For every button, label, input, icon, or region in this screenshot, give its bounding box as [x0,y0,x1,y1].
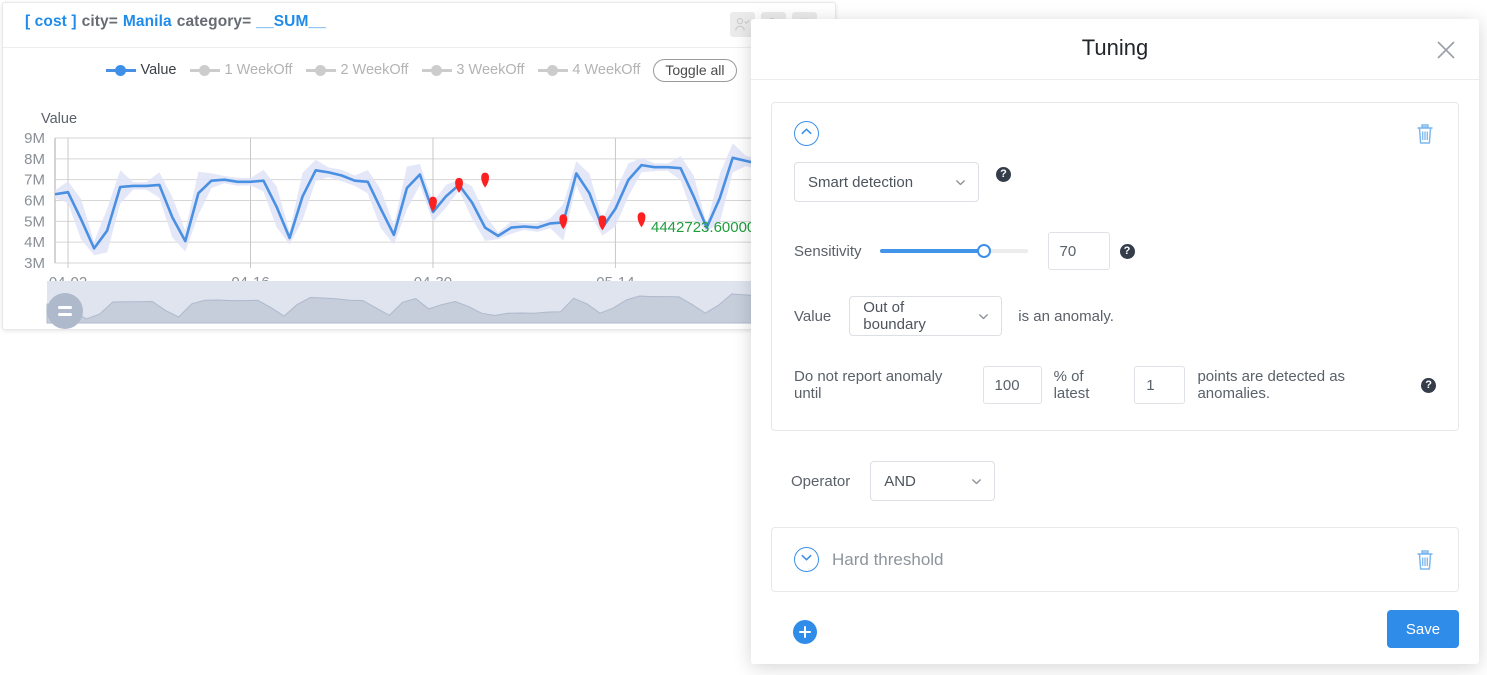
smart-detection-rule-card: Smart detection ? Sensitivity 70 ? Value… [771,102,1459,431]
detection-type-help-icon[interactable]: ? [996,166,1011,182]
chart-title: [ cost ] city= Manila category= __SUM__ [25,13,326,31]
chart-card-header: [ cost ] city= Manila category= __SUM__ [3,3,835,48]
sensitivity-slider[interactable] [879,242,1028,260]
legend-marker-icon [306,64,337,76]
legend-label: 4 WeekOff [572,62,641,78]
chevron-up-circle-icon [800,125,813,143]
boundary-select[interactable]: Out of boundary [849,296,1003,336]
trash-icon [1414,123,1436,150]
legend-marker-icon [422,64,453,76]
legend-label: Value [140,62,177,78]
rule-card-toolbar [794,121,1436,146]
hard-threshold-label: Hard threshold [832,549,944,569]
svg-text:6M: 6M [24,193,45,210]
chart-plot-area: Value 3M4M5M6M7M8M9M 04-02202004-1620200… [3,85,837,329]
legend-label: 1 WeekOff [224,62,293,78]
chevron-down-icon [954,176,967,189]
legend-marker-icon [538,64,569,76]
chart-card: [ cost ]city=Manilacategory=__SUM__ [2,2,837,330]
detection-type-row: Smart detection ? [794,146,1436,202]
sensitivity-help-icon[interactable]: ? [1119,243,1135,259]
chevron-down-icon [970,475,983,488]
legend-marker-icon [190,64,221,76]
plus-circle-icon [798,625,812,639]
chart-legend: Value 1 WeekOff 2 WeekOff 3 WeekOff 4 We… [3,55,835,85]
legend-label: 3 WeekOff [456,62,525,78]
until-prefix-label: Do not report anomaly until [794,368,943,402]
user-check-icon [734,16,751,33]
dimension-1-key: city= [81,13,118,30]
dimension-2-value: __SUM__ [256,13,326,30]
value-annotation: 4442723.60000 [651,219,756,236]
close-icon [1435,41,1457,65]
collapse-rule-button[interactable] [794,121,819,146]
legend-item-1-weekoff[interactable]: 1 WeekOff [185,62,297,78]
until-points-input[interactable]: 1 [1134,366,1186,404]
slider-knob[interactable] [976,244,991,258]
svg-text:8M: 8M [24,151,45,168]
tuning-dialog-title: Tuning [1081,35,1149,60]
legend-item-2-weekoff[interactable]: 2 WeekOff [301,62,413,78]
svg-text:7M: 7M [24,172,45,189]
until-suffix-label: points are detected as anomalies. [1197,368,1346,402]
until-mid-label: % of latest [1053,368,1090,402]
svg-text:3M: 3M [24,255,45,272]
slider-fill [879,249,984,253]
svg-text:9M: 9M [24,130,45,147]
detection-type-select[interactable]: Smart detection [794,162,979,202]
add-rule-button[interactable] [793,620,817,644]
save-button[interactable]: Save [1387,610,1459,648]
metric-name: [ cost ] [25,13,77,30]
svg-text:5M: 5M [24,213,45,230]
chart-svg: 3M4M5M6M7M8M9M 04-02202004-16202004-3020… [24,130,837,324]
y-axis-tick-labels: 3M 4M 5M 6M 7M 8M 9M [24,130,45,272]
tuning-dialog: Tuning Smart detection ? Sensitivity 70 … [751,19,1479,664]
chevron-down-icon [977,310,990,323]
dimension-1-value: Manila [122,13,172,30]
boundary-value: Out of boundary [863,299,926,333]
legend-item-4-weekoff[interactable]: 4 WeekOff [533,62,645,78]
anomaly-marker [481,172,489,188]
dimension-2-key: category= [176,13,252,30]
app-root: [ cost ]city=Manilacategory=__SUM__ [0,0,1487,675]
svg-text:4M: 4M [24,234,45,251]
sensitivity-row: Sensitivity 70 ? [794,232,1436,270]
operator-value: AND [884,472,916,490]
detection-type-value: Smart detection [808,173,914,191]
range-minimap [46,281,837,324]
do-not-report-help-icon[interactable]: ? [1421,377,1436,393]
range-slider-handle[interactable] [47,293,83,329]
value-label: Value [794,307,832,325]
sensitivity-label: Sensitivity [794,242,862,260]
toggle-all-button[interactable]: Toggle all [653,58,737,82]
chevron-down-circle-icon [800,551,813,569]
hard-threshold-card: Hard threshold [771,527,1459,592]
delete-rule-button[interactable] [1414,122,1436,146]
close-button[interactable] [1435,39,1457,61]
until-percent-input[interactable]: 100 [982,366,1042,404]
legend-label: 2 WeekOff [340,62,409,78]
operator-row: Operator AND [771,461,1459,501]
do-not-report-row: Do not report anomaly until 100 % of lat… [794,366,1436,404]
legend-item-3-weekoff[interactable]: 3 WeekOff [417,62,529,78]
trash-icon [1414,549,1436,576]
anomaly-marker [637,212,646,228]
legend-item-value[interactable]: Value [101,62,181,78]
legend-marker-icon [106,64,137,76]
tuning-dialog-body: Smart detection ? Sensitivity 70 ? Value… [751,102,1479,644]
operator-select[interactable]: AND [870,461,996,501]
tuning-dialog-header: Tuning [751,19,1479,80]
sensitivity-input[interactable]: 70 [1047,232,1110,270]
hard-threshold-left: Hard threshold [794,547,944,572]
boundary-row: Value Out of boundary is an anomaly. [794,296,1436,336]
expand-hard-threshold-button[interactable] [794,547,819,572]
operator-label: Operator [791,472,851,490]
anomaly-suffix-label: is an anomaly. [1018,307,1114,325]
delete-hard-threshold-button[interactable] [1414,548,1436,572]
